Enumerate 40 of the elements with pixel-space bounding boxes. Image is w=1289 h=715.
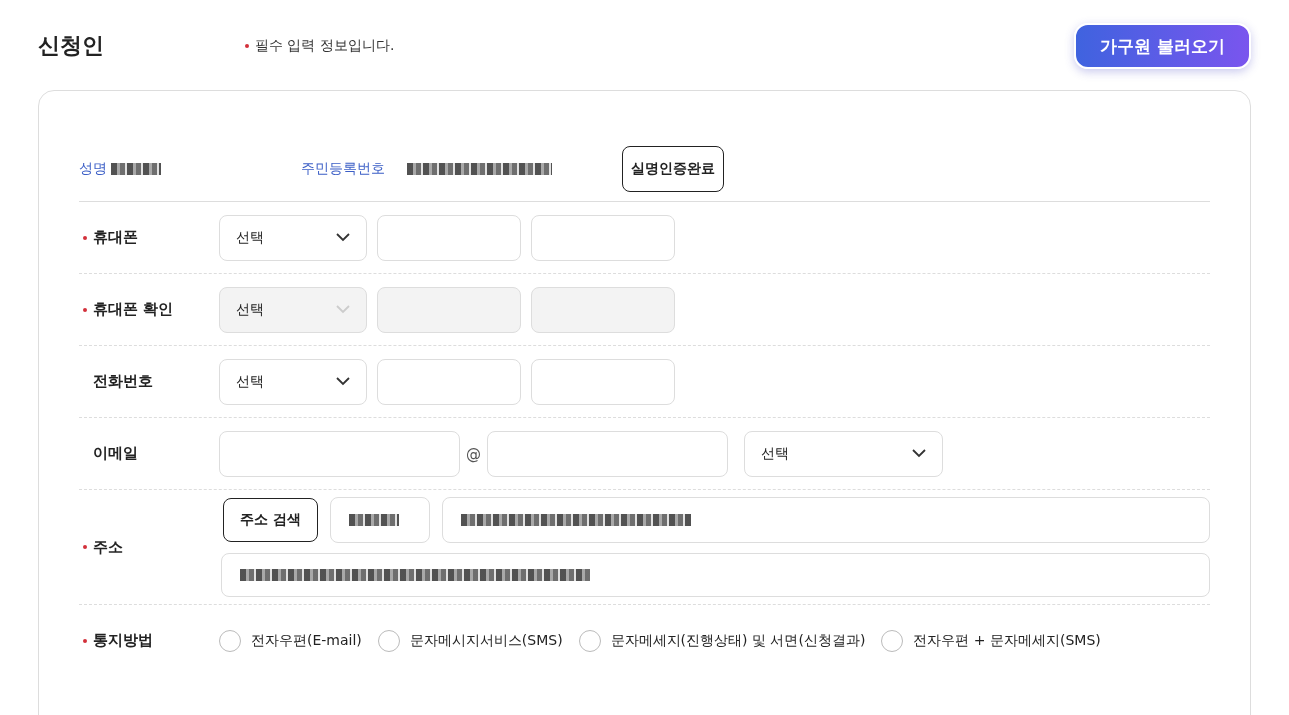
field-label: 이메일 (93, 444, 138, 463)
radio-option[interactable]: 전자우편 + 문자메세지(SMS) (881, 629, 1101, 652)
input-field[interactable] (377, 214, 521, 261)
field-label: 주소 (93, 537, 123, 557)
radio-option[interactable]: 문자메세지(진행상태) 및 서면(신청결과) (578, 629, 866, 652)
chevron-icon (336, 233, 350, 242)
radio-button[interactable] (219, 629, 241, 652)
radio-button[interactable] (377, 629, 400, 652)
field-label: 전화번호 (93, 372, 153, 391)
select-field[interactable]: 선택 (219, 358, 367, 405)
input-field[interactable] (487, 430, 728, 477)
field-label: 휴대폰 확인 (93, 300, 174, 319)
select-field[interactable]: 선택 (219, 214, 367, 261)
input-field[interactable] (531, 286, 675, 333)
chevron-icon (336, 377, 350, 386)
name-label: 성명 (79, 160, 107, 178)
input-field[interactable] (221, 553, 1210, 597)
input-field[interactable] (377, 286, 521, 333)
at-sign: @ (466, 444, 481, 463)
rrn-label: 주민등록번호 (301, 160, 385, 178)
field-label: 통지방법 (93, 631, 153, 650)
input-field[interactable] (219, 430, 460, 477)
chevron-icon (912, 449, 926, 458)
required-note: 필수 입력 정보입니다. (255, 37, 395, 55)
input-field[interactable] (377, 358, 521, 405)
radio-option[interactable]: 문자메시지서비스(SMS) (377, 629, 563, 652)
select-field[interactable]: 선택 (744, 430, 943, 477)
input-field[interactable] (329, 497, 430, 543)
verify-button[interactable]: 실명인증완료 (622, 146, 724, 192)
field-label: 휴대폰 (93, 228, 138, 247)
input-field[interactable] (441, 497, 1210, 543)
load-household-button[interactable]: 가구원 불러오기 (1074, 23, 1251, 69)
radio-button[interactable] (881, 629, 904, 652)
chevron-icon (336, 305, 350, 314)
radio-option[interactable]: 전자우편(E-mail) (219, 629, 362, 652)
input-field[interactable] (531, 358, 675, 405)
radio-button[interactable] (578, 629, 601, 652)
input-field[interactable] (531, 214, 675, 261)
address-search-button[interactable]: 주소 검색 (223, 498, 318, 542)
section-title: 신청인 (38, 32, 105, 60)
